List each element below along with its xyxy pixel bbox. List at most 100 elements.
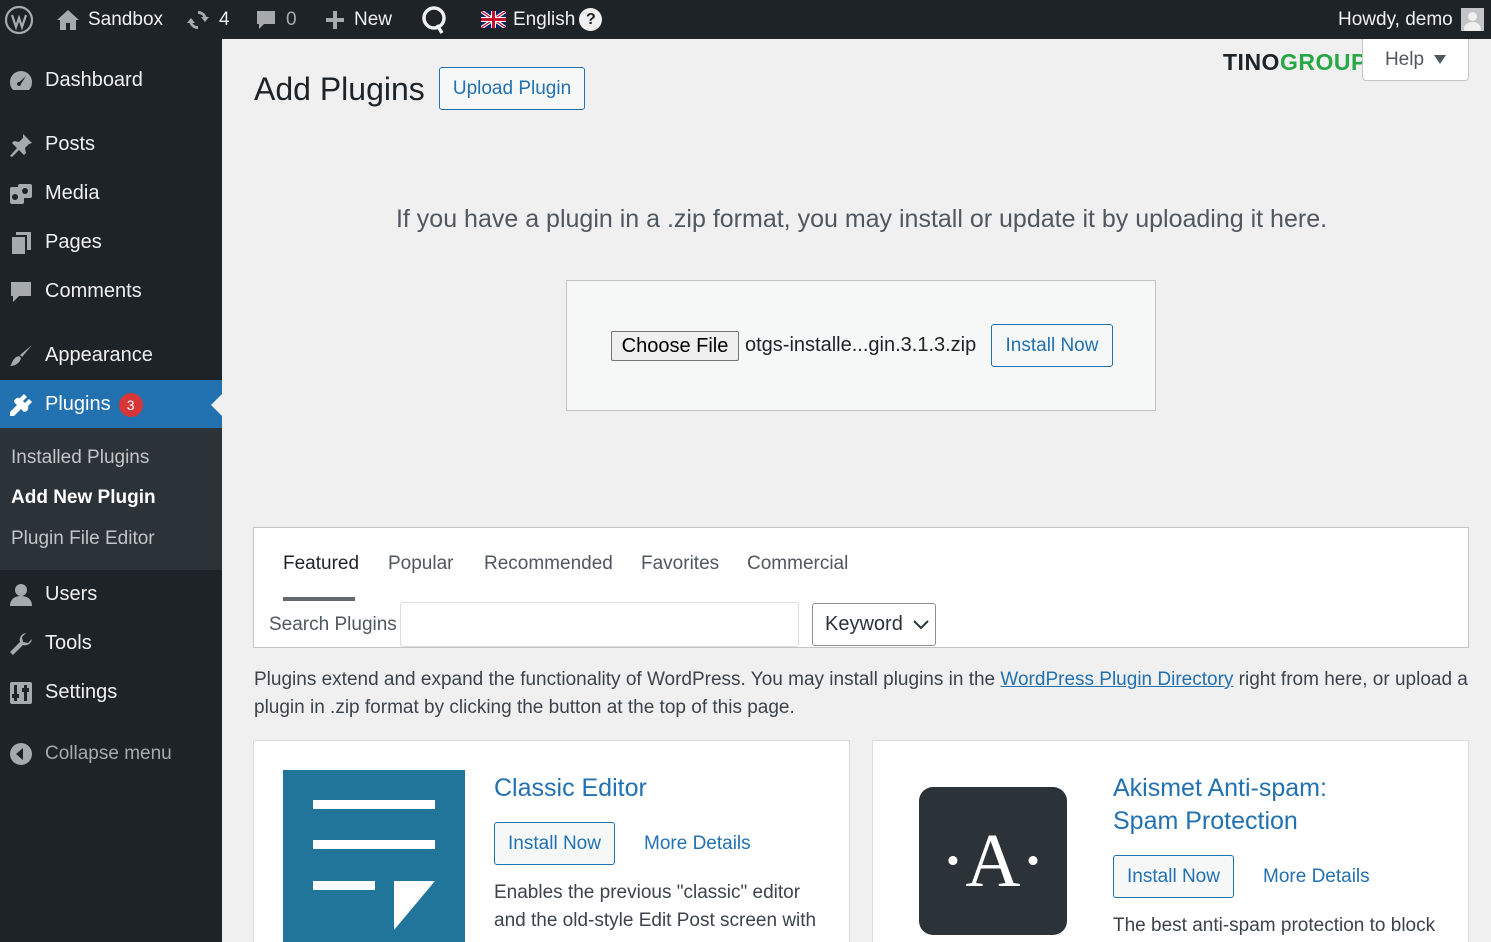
- comments-link[interactable]: 0: [254, 0, 297, 39]
- sidebar-item-pages[interactable]: Pages: [0, 218, 222, 267]
- refresh-icon: [185, 8, 211, 32]
- tab-favorites[interactable]: Favorites: [641, 553, 719, 575]
- search-plugins-label: Search Plugins: [269, 614, 397, 636]
- updates-count: 4: [219, 9, 230, 31]
- plugins-submenu: Installed Plugins Add New Plugin Plugin …: [0, 428, 222, 570]
- current-menu-arrow: [211, 394, 222, 416]
- plugin-filter-bar: Featured Popular Recommended Favorites C…: [253, 527, 1469, 648]
- install-now-button[interactable]: Install Now: [494, 822, 615, 865]
- sidebar-item-label: Settings: [45, 681, 117, 704]
- sidebar-item-media[interactable]: Media: [0, 169, 222, 218]
- selected-file-name: otgs-installe...gin.3.1.3.zip: [745, 334, 976, 357]
- query-monitor-icon[interactable]: [420, 0, 448, 39]
- sidebar-item-label: Plugins: [45, 393, 111, 415]
- help-label: Help: [1385, 49, 1424, 71]
- plugin-name[interactable]: Classic Editor: [494, 772, 647, 805]
- more-details-link[interactable]: More Details: [644, 833, 751, 855]
- plugin-icon: [7, 391, 35, 419]
- plugin-update-count-badge: 3: [119, 393, 143, 417]
- sidebar-item-dashboard[interactable]: Dashboard: [0, 56, 222, 105]
- help-tab-button[interactable]: Help: [1362, 39, 1469, 81]
- settings-icon: [7, 679, 35, 707]
- submenu-plugin-file-editor[interactable]: Plugin File Editor: [11, 528, 155, 550]
- akismet-icon: ·A·: [919, 787, 1067, 935]
- site-name-link[interactable]: Sandbox: [56, 0, 163, 39]
- dashboard-icon: [7, 67, 35, 95]
- pin-icon: [7, 131, 35, 159]
- tinogroup-logo: TINOGROUP: [1223, 49, 1367, 76]
- more-details-link[interactable]: More Details: [1263, 866, 1370, 888]
- plugin-description: Enables the previous "classic" editor an…: [494, 879, 824, 935]
- install-upload-button[interactable]: Install Now: [991, 324, 1113, 367]
- sidebar-item-label: Media: [45, 182, 99, 205]
- sidebar-item-users[interactable]: Users: [0, 570, 222, 619]
- collapse-icon: [7, 740, 35, 768]
- tab-featured[interactable]: Featured: [283, 553, 359, 575]
- chevron-down-icon: [913, 620, 929, 630]
- plugin-card-classic-editor: Classic Editor Install Now More Details …: [253, 740, 850, 942]
- sidebar-item-label: Dashboard: [45, 69, 143, 92]
- plugin-card-akismet: ·A· Akismet Anti-spam: Spam Protection I…: [872, 740, 1469, 942]
- sidebar-item-label: Comments: [45, 280, 142, 303]
- uk-flag-icon: [481, 11, 506, 28]
- sidebar-item-appearance[interactable]: Appearance: [0, 331, 222, 380]
- collapse-menu-button[interactable]: Collapse menu: [0, 729, 222, 778]
- pages-icon: [7, 229, 35, 257]
- caret-down-icon: [1434, 55, 1446, 65]
- plugin-directory-link[interactable]: WordPress Plugin Directory: [1000, 669, 1233, 690]
- comment-icon: [7, 278, 35, 306]
- classic-editor-icon: [283, 770, 465, 942]
- wrench-icon: [7, 630, 35, 658]
- install-now-button[interactable]: Install Now: [1113, 855, 1234, 898]
- new-content-link[interactable]: New: [324, 0, 392, 39]
- choose-file-button[interactable]: Choose File: [611, 331, 739, 361]
- language-help-icon[interactable]: ?: [579, 8, 602, 31]
- language-switcher[interactable]: English ?: [481, 0, 602, 39]
- sidebar-item-plugins[interactable]: Plugins 3: [0, 380, 222, 429]
- media-icon: [7, 180, 35, 208]
- sidebar-item-settings[interactable]: Settings: [0, 668, 222, 717]
- plugins-intro-text: Plugins extend and expand the functional…: [254, 666, 1474, 722]
- submenu-installed-plugins[interactable]: Installed Plugins: [11, 447, 149, 469]
- my-account-link[interactable]: Howdy, demo: [1338, 0, 1484, 39]
- brush-icon: [7, 342, 35, 370]
- updates-link[interactable]: 4: [185, 0, 230, 39]
- sidebar-item-label: Users: [45, 583, 97, 606]
- plugin-name[interactable]: Akismet Anti-spam: Spam Protection: [1113, 772, 1327, 838]
- sidebar-item-tools[interactable]: Tools: [0, 619, 222, 668]
- tab-popular[interactable]: Popular: [388, 553, 454, 575]
- new-label: New: [354, 9, 392, 31]
- tab-commercial[interactable]: Commercial: [747, 553, 848, 575]
- search-plugins-input[interactable]: [400, 602, 799, 647]
- tab-recommended[interactable]: Recommended: [484, 553, 613, 575]
- sidebar-item-posts[interactable]: Posts: [0, 120, 222, 169]
- admin-bar: Sandbox 4 0 New English ? Howdy, demo: [0, 0, 1491, 39]
- main-content: Add Plugins Upload Plugin TINOGROUP Help…: [222, 39, 1491, 942]
- sidebar-item-label: Tools: [45, 632, 92, 655]
- page-title: Add Plugins: [254, 71, 425, 108]
- plus-icon: [324, 9, 346, 31]
- upload-description: If you have a plugin in a .zip format, y…: [222, 205, 1491, 234]
- wordpress-logo-icon[interactable]: [4, 0, 34, 39]
- sidebar-item-label: Collapse menu: [45, 743, 172, 765]
- submenu-add-new-plugin[interactable]: Add New Plugin: [11, 487, 156, 509]
- search-type-select[interactable]: Keyword: [812, 603, 936, 646]
- sidebar-item-label: Posts: [45, 133, 95, 156]
- admin-sidebar: Dashboard Posts Media Pages Comments App…: [0, 39, 222, 942]
- user-icon: [7, 581, 35, 609]
- sidebar-item-label: Pages: [45, 231, 102, 254]
- upload-plugin-form: Choose File otgs-installe...gin.3.1.3.zi…: [566, 280, 1156, 411]
- home-icon: [56, 9, 80, 31]
- upload-plugin-button[interactable]: Upload Plugin: [439, 67, 585, 110]
- site-name: Sandbox: [88, 9, 163, 31]
- plugin-description: The best anti-spam protection to block: [1113, 912, 1453, 940]
- sidebar-item-label: Appearance: [45, 344, 153, 367]
- comments-count: 0: [286, 9, 297, 31]
- sidebar-item-comments[interactable]: Comments: [0, 267, 222, 316]
- avatar: [1461, 8, 1484, 31]
- howdy-text: Howdy, demo: [1338, 9, 1453, 31]
- active-tab-indicator: [283, 597, 355, 601]
- comment-bubble-icon: [254, 8, 278, 32]
- language-label: English: [513, 9, 575, 31]
- search-type-value: Keyword: [825, 613, 903, 636]
